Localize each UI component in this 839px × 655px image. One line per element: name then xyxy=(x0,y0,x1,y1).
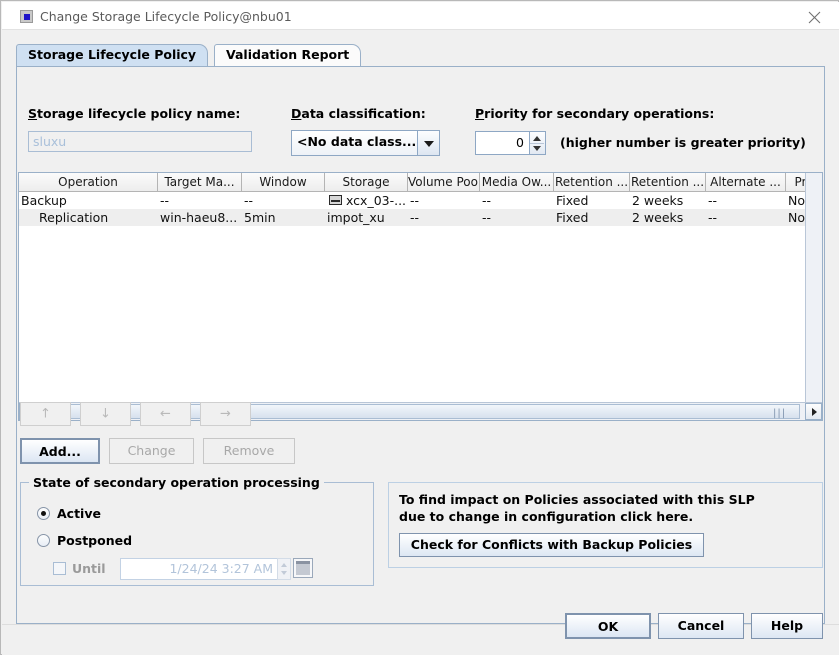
state-of-secondary-operation-group: State of secondary operation processing … xyxy=(20,475,374,586)
cell-retention-type: Fixed xyxy=(556,193,589,208)
arrow-up-icon: ↑ xyxy=(40,406,51,422)
cell-target-master: -- xyxy=(160,193,170,208)
column-header-operation[interactable]: Operation xyxy=(19,173,158,191)
tab-storage-lifecycle-policy[interactable]: Storage Lifecycle Policy xyxy=(16,44,209,66)
column-header-alternate-read[interactable]: Alternate ... xyxy=(706,173,786,191)
radio-postponed[interactable] xyxy=(37,534,50,547)
cell-media-owner: -- xyxy=(482,210,492,225)
tab-validation-report[interactable]: Validation Report xyxy=(214,44,362,66)
until-spin-buttons[interactable] xyxy=(277,558,291,580)
column-header-volume-pool[interactable]: Volume Pool xyxy=(408,173,480,191)
cell-storage-text: xcx_03-... xyxy=(346,193,406,208)
chevron-down-icon[interactable] xyxy=(281,571,287,575)
cell-target-master: win-haeu8... xyxy=(160,210,238,225)
cell-retention-type: Fixed xyxy=(556,210,589,225)
operations-table: Operation Target Ma... Window Storage Vo… xyxy=(18,172,823,421)
table-body: Backup -- -- xcx_03-... -- -- Fixed 2 we… xyxy=(19,192,822,401)
priority-hint: (higher number is greater priority) xyxy=(560,135,806,150)
help-button[interactable]: Help xyxy=(751,613,823,639)
radio-active[interactable] xyxy=(37,507,50,520)
cell-volume-pool: -- xyxy=(410,210,420,225)
ok-button[interactable]: OK xyxy=(565,613,651,639)
title-bar: Change Storage Lifecycle Policy@nbu01 xyxy=(2,2,839,30)
checkbox-until-label: Until xyxy=(72,561,106,576)
dialog-content: Storage Lifecycle Policy Validation Repo… xyxy=(2,30,839,655)
cell-alternate-read: -- xyxy=(708,193,718,208)
cancel-button[interactable]: Cancel xyxy=(658,613,744,639)
cell-operation: Backup xyxy=(21,193,67,208)
table-header-row: Operation Target Ma... Window Storage Vo… xyxy=(19,173,822,192)
move-right-button[interactable]: → xyxy=(200,402,251,426)
arrow-right-icon: → xyxy=(220,406,231,422)
policy-name-input[interactable]: sluxu xyxy=(28,131,252,152)
move-up-button[interactable]: ↑ xyxy=(20,402,71,426)
cell-volume-pool: -- xyxy=(410,193,420,208)
radio-active-label: Active xyxy=(57,506,101,521)
check-conflicts-button[interactable]: Check for Conflicts with Backup Policies xyxy=(399,533,704,557)
cell-window: 5min xyxy=(244,210,276,225)
conflicts-panel: To find impact on Policies associated wi… xyxy=(388,482,823,568)
column-header-target-master[interactable]: Target Ma... xyxy=(158,173,242,191)
arrow-down-icon: ↓ xyxy=(100,406,111,422)
cell-retention-period: 2 weeks xyxy=(632,210,684,225)
radio-postponed-label: Postponed xyxy=(57,533,133,548)
remove-button[interactable]: Remove xyxy=(203,438,295,464)
cell-retention-period: 2 weeks xyxy=(632,193,684,208)
close-icon[interactable] xyxy=(793,3,837,29)
calendar-icon xyxy=(296,561,310,575)
data-classification-label: Data classification: xyxy=(291,106,426,121)
grip-icon: ||| xyxy=(773,408,787,419)
cell-media-owner: -- xyxy=(482,193,492,208)
checkbox-until[interactable] xyxy=(53,562,66,575)
priority-input[interactable]: 0 xyxy=(475,131,530,155)
state-group-title: State of secondary operation processing xyxy=(29,475,324,490)
priority-label: Priority for secondary operations: xyxy=(475,106,715,121)
data-classification-value: <No data class... xyxy=(297,134,417,149)
column-header-window[interactable]: Window xyxy=(242,173,325,191)
until-datetime-value: 1/24/24 3:27 AM xyxy=(169,561,273,576)
cell-window: -- xyxy=(244,193,254,208)
cell-operation: Replication xyxy=(39,210,109,225)
chevron-up-icon[interactable] xyxy=(281,563,287,567)
change-button-label: Change xyxy=(127,443,176,458)
column-header-retention-period[interactable]: Retention ... xyxy=(630,173,706,191)
help-button-label: Help xyxy=(770,618,804,633)
cell-storage: impot_xu xyxy=(327,210,385,225)
ok-button-label: OK xyxy=(597,619,619,634)
column-header-storage[interactable]: Storage xyxy=(325,173,408,191)
change-button[interactable]: Change xyxy=(109,438,194,464)
until-datetime-input[interactable]: 1/24/24 3:27 AM xyxy=(120,558,291,580)
calendar-picker-button[interactable] xyxy=(293,558,313,578)
add-button[interactable]: Add... xyxy=(20,438,100,464)
add-button-label: Add... xyxy=(39,444,81,459)
data-classification-select[interactable]: <No data class... xyxy=(291,130,440,156)
table-row[interactable]: Backup -- -- xcx_03-... -- -- Fixed 2 we… xyxy=(19,192,822,209)
check-conflicts-label: Check for Conflicts with Backup Policies xyxy=(410,537,693,552)
chevron-down-icon[interactable] xyxy=(533,146,541,151)
dialog-window: Change Storage Lifecycle Policy@nbu01 St… xyxy=(0,0,839,655)
app-icon xyxy=(20,10,33,23)
cell-storage: xcx_03-... xyxy=(327,192,406,209)
move-left-button[interactable]: ← xyxy=(140,402,191,426)
priority-spin-buttons[interactable] xyxy=(530,131,546,155)
disk-storage-icon xyxy=(329,195,342,205)
window-title: Change Storage Lifecycle Policy@nbu01 xyxy=(40,9,292,24)
scroll-right-button[interactable] xyxy=(805,403,822,420)
column-header-media-owner[interactable]: Media Ow... xyxy=(480,173,554,191)
conflicts-description: To find impact on Policies associated wi… xyxy=(399,492,755,524)
policy-name-label: Storage lifecycle policy name: xyxy=(28,106,241,121)
remove-button-label: Remove xyxy=(223,443,275,458)
chevron-up-icon[interactable] xyxy=(533,136,541,141)
arrow-left-icon: ← xyxy=(160,406,171,422)
cancel-button-label: Cancel xyxy=(677,618,725,633)
spinner-divider xyxy=(530,143,544,144)
table-vertical-scrollbar[interactable] xyxy=(805,173,822,420)
chevron-down-icon[interactable] xyxy=(417,131,439,155)
cell-alternate-read: -- xyxy=(708,210,718,225)
column-header-retention-type[interactable]: Retention ... xyxy=(554,173,630,191)
move-down-button[interactable]: ↓ xyxy=(80,402,131,426)
table-row[interactable]: Replication win-haeu8... 5min impot_xu -… xyxy=(19,209,822,226)
